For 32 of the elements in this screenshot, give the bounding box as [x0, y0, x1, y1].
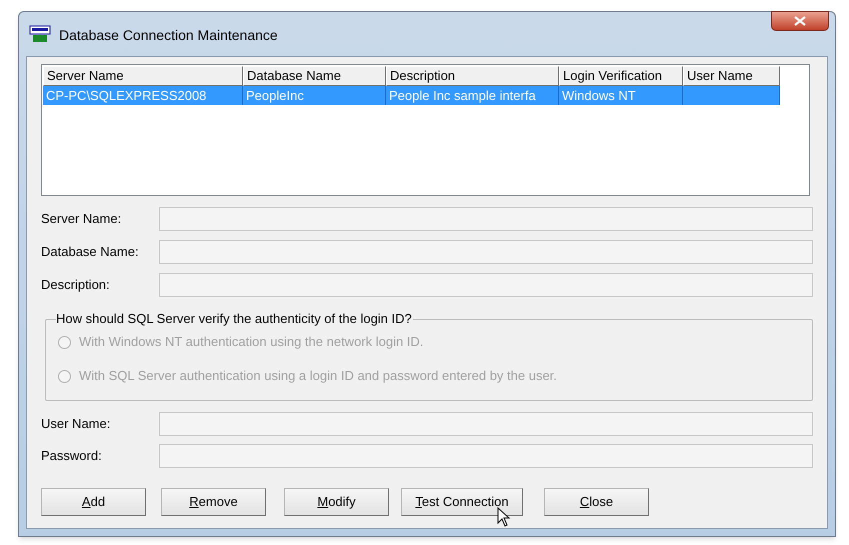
- column-header[interactable]: Login Verification: [559, 66, 683, 86]
- table-cell: Windows NT: [562, 88, 636, 103]
- radio-label: With Windows NT authentication using the network login ID.: [79, 333, 424, 352]
- column-header[interactable]: User Name: [683, 66, 780, 86]
- dialog-button[interactable]: Remove: [161, 488, 266, 516]
- dialog-button[interactable]: Modify: [284, 488, 389, 516]
- radio-label: With SQL Server authentication using a login ID and password entered by the user.: [79, 367, 557, 386]
- column-header[interactable]: Server Name: [43, 66, 243, 86]
- app-icon: [29, 25, 51, 43]
- table-cell: People Inc sample interfa: [389, 88, 536, 103]
- dialog-button[interactable]: Add: [41, 488, 146, 516]
- text-field[interactable]: [159, 207, 813, 231]
- close-icon: [794, 16, 806, 26]
- close-button[interactable]: [771, 11, 829, 31]
- field-label: User Name:: [41, 415, 112, 434]
- column-header[interactable]: Database Name: [243, 66, 386, 86]
- field-label: Server Name:: [41, 210, 122, 228]
- text-field[interactable]: [159, 444, 813, 468]
- text-field[interactable]: [159, 412, 813, 436]
- column-header[interactable]: Description: [386, 66, 559, 86]
- dialog-button[interactable]: Close: [544, 488, 649, 516]
- field-label: Password:: [41, 447, 103, 466]
- table-cell: PeopleInc: [246, 88, 304, 103]
- text-field[interactable]: [159, 240, 813, 264]
- table-cell: CP-PC\SQLEXPRESS2008: [46, 88, 206, 103]
- group-title: How should SQL Server verify the authenticity of the login ID?: [56, 311, 413, 327]
- field-label: Description:: [41, 276, 111, 294]
- cursor-icon: [497, 507, 511, 527]
- window-title: Database Connection Maintenance: [59, 26, 278, 45]
- dialog-button[interactable]: Test Connection: [401, 488, 523, 516]
- field-label: Database Name:: [41, 243, 140, 262]
- text-field[interactable]: [159, 273, 813, 297]
